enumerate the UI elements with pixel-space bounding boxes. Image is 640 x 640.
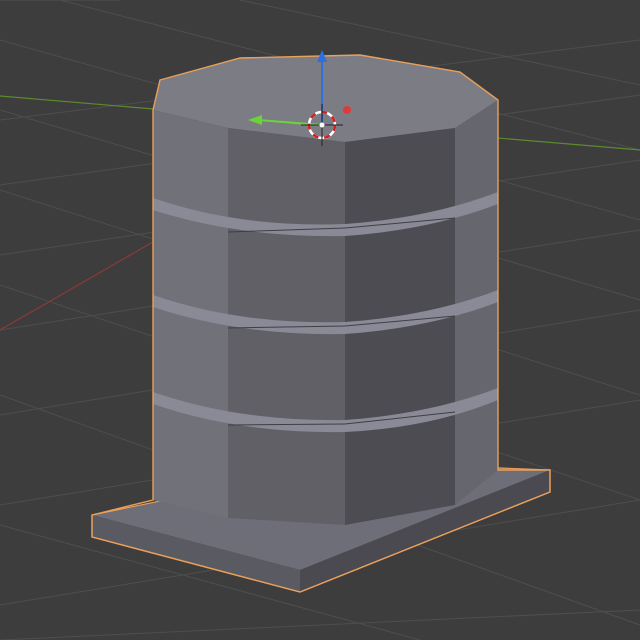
viewport-canvas[interactable] (0, 0, 640, 640)
gizmo-x-handle[interactable] (343, 106, 351, 114)
3d-viewport[interactable] (0, 0, 640, 640)
selected-mesh-object[interactable] (91, 54, 551, 593)
